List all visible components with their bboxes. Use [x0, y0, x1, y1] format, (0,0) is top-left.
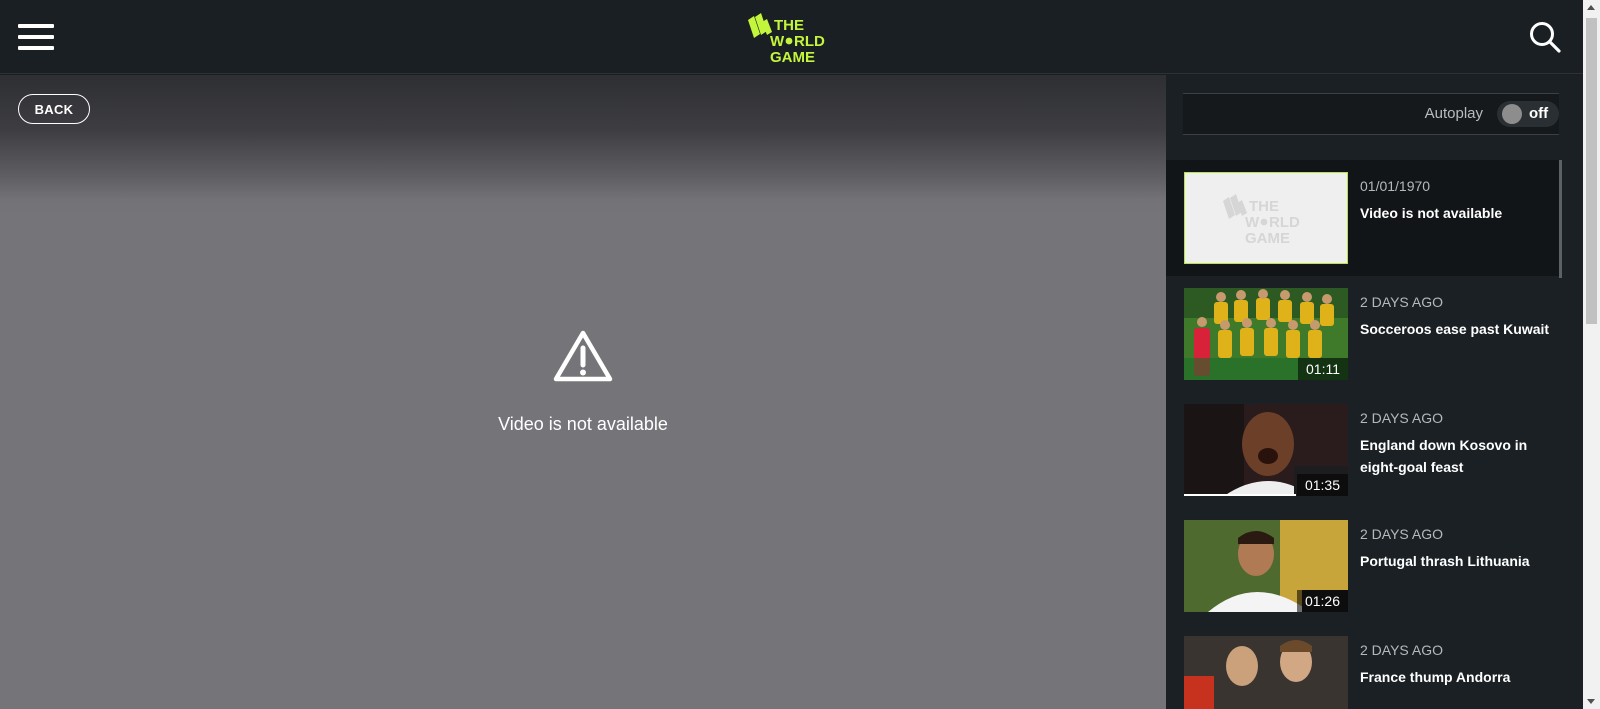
- video-title[interactable]: France thump Andorra: [1360, 666, 1550, 688]
- video-unavailable-message: Video is not available: [498, 414, 668, 434]
- svg-text:THE: THE: [774, 17, 804, 34]
- video-list-item[interactable]: THE W RLD GAME 01/01/1970 Video is not a…: [1166, 160, 1560, 276]
- video-duration: 01:11: [1298, 358, 1348, 380]
- svg-text:GAME: GAME: [1245, 230, 1290, 247]
- video-list-item[interactable]: 01:11 2 DAYS AGO Socceroos ease past Kuw…: [1166, 276, 1560, 392]
- svg-text:RLD: RLD: [1269, 214, 1300, 231]
- video-title[interactable]: England down Kosovo in eight-goal feast: [1360, 434, 1550, 478]
- svg-text:W: W: [770, 33, 785, 50]
- autoplay-row: Autoplay off: [1183, 93, 1559, 135]
- toggle-knob: [1502, 104, 1522, 124]
- video-thumbnail[interactable]: 01:11: [1184, 288, 1348, 380]
- video-list-item[interactable]: 2 DAYS AGO France thump Andorra: [1166, 624, 1560, 709]
- video-duration: 01:35: [1296, 474, 1348, 496]
- video-thumbnail[interactable]: THE W RLD GAME: [1184, 172, 1348, 264]
- video-title[interactable]: Portugal thrash Lithuania: [1360, 550, 1550, 572]
- svg-text:RLD: RLD: [794, 33, 825, 50]
- autoplay-label: Autoplay: [1424, 105, 1483, 122]
- scroll-up-arrow-icon[interactable]: [1587, 5, 1595, 10]
- thumbnail-image: [1184, 636, 1348, 709]
- page-scrollbar[interactable]: [1583, 0, 1600, 709]
- video-title[interactable]: Socceroos ease past Kuwait: [1360, 318, 1550, 340]
- back-button[interactable]: BACK: [18, 94, 90, 124]
- video-thumbnail[interactable]: [1184, 636, 1348, 709]
- video-duration: 01:26: [1296, 590, 1348, 612]
- video-date: 01/01/1970: [1360, 178, 1431, 194]
- video-date: 2 DAYS AGO: [1360, 642, 1443, 658]
- video-list-item[interactable]: 01:35 2 DAYS AGO England down Kosovo in …: [1166, 392, 1560, 508]
- scrollbar-thumb[interactable]: [1586, 18, 1597, 324]
- watch-progress-bar: [1184, 494, 1296, 496]
- video-player[interactable]: BACK Video is not available: [0, 75, 1166, 709]
- related-videos-sidebar: Autoplay off THE W RLD GAME 01/01/1970 V…: [1166, 75, 1583, 709]
- autoplay-toggle[interactable]: off: [1497, 101, 1559, 127]
- video-thumbnail[interactable]: 01:26: [1184, 520, 1348, 612]
- video-date: 2 DAYS AGO: [1360, 526, 1443, 542]
- top-header: THE W RLD GAME: [0, 0, 1583, 74]
- video-date: 2 DAYS AGO: [1360, 294, 1443, 310]
- hamburger-menu-icon[interactable]: [18, 24, 54, 52]
- video-list: THE W RLD GAME 01/01/1970 Video is not a…: [1166, 160, 1560, 709]
- video-list-item[interactable]: 01:26 2 DAYS AGO Portugal thrash Lithuan…: [1166, 508, 1560, 624]
- scroll-down-arrow-icon[interactable]: [1587, 699, 1595, 704]
- video-date: 2 DAYS AGO: [1360, 410, 1443, 426]
- search-icon[interactable]: [1528, 20, 1562, 54]
- autoplay-state: off: [1529, 105, 1549, 122]
- placeholder-logo-icon: THE W RLD GAME: [1223, 194, 1300, 247]
- video-thumbnail[interactable]: 01:35: [1184, 404, 1348, 496]
- svg-text:GAME: GAME: [770, 49, 815, 64]
- warning-icon: [553, 330, 613, 382]
- the-world-game-logo[interactable]: THE W RLD GAME: [746, 12, 842, 64]
- sidebar-scroll-indicator[interactable]: [1559, 160, 1562, 278]
- svg-text:THE: THE: [1249, 198, 1279, 215]
- svg-text:W: W: [1245, 214, 1260, 231]
- video-title[interactable]: Video is not available: [1360, 202, 1550, 224]
